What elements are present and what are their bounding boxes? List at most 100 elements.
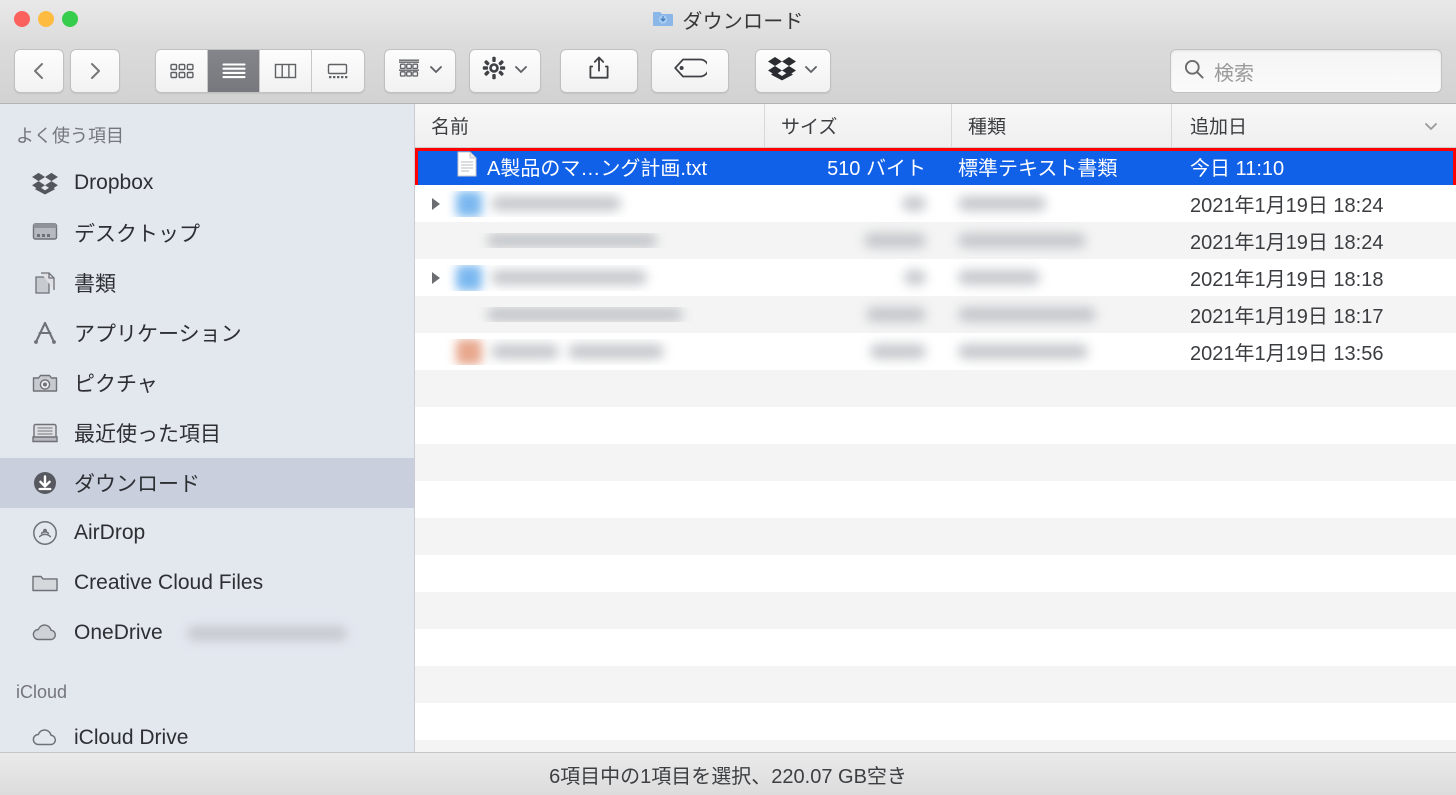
dropbox-button[interactable] (755, 49, 831, 93)
toolbar-center (129, 49, 831, 93)
downloads-folder-icon (652, 10, 674, 28)
table-row[interactable]: 2021年1月19日 18:18 (415, 259, 1456, 296)
empty-row (415, 740, 1456, 752)
table-row[interactable]: A製品のマ…ング計画.txt 510 バイト 標準テキスト書類 今日 11:10 (415, 148, 1456, 185)
sidebar-section-header-favorites: よく使う項目 (0, 114, 414, 158)
blurred-kind (958, 233, 1086, 248)
sidebar-item-label: Dropbox (74, 171, 153, 195)
blurred-file-name (487, 307, 683, 322)
table-row[interactable]: 2021年1月19日 18:24 (415, 185, 1456, 222)
text-document-icon (456, 151, 478, 183)
disclosure-triangle-icon[interactable] (425, 196, 447, 212)
search-field[interactable]: 検索 (1170, 49, 1442, 93)
blurred-kind (958, 307, 1096, 322)
sidebar-item-onedrive[interactable]: OneDrive (0, 608, 414, 658)
chevron-down-icon (428, 62, 444, 80)
blurred-file-name (491, 270, 647, 285)
action-menu-button[interactable] (469, 49, 541, 93)
blurred-file-name (491, 196, 621, 211)
page-title: ダウンロード (682, 5, 803, 34)
sidebar-item-desktop[interactable]: デスクトップ (0, 208, 414, 258)
back-button[interactable] (14, 49, 64, 93)
cell-size (765, 270, 952, 285)
column-header-size[interactable]: サイズ (765, 104, 952, 147)
chevron-down-icon[interactable] (1422, 104, 1440, 147)
file-name: A製品のマ…ング計画.txt (487, 152, 707, 181)
share-button[interactable] (560, 49, 638, 93)
cell-date-added: 2021年1月19日 18:24 (1172, 226, 1456, 255)
gear-icon (481, 55, 507, 86)
empty-row (415, 370, 1456, 407)
view-mode-segmented-control (155, 49, 365, 93)
title-bar: ダウンロード (0, 0, 1456, 38)
list-view-button[interactable] (208, 50, 260, 92)
airdrop-icon (30, 519, 60, 547)
table-row[interactable]: 2021年1月19日 18:24 (415, 222, 1456, 259)
sidebar-item-label: iCloud Drive (74, 726, 188, 750)
sidebar-item-dropbox[interactable]: Dropbox (0, 158, 414, 208)
finder-window: ダウンロード (0, 0, 1456, 795)
empty-row (415, 407, 1456, 444)
sidebar-item-creative-cloud-files[interactable]: Creative Cloud Files (0, 558, 414, 608)
tag-button[interactable] (651, 49, 729, 93)
blurred-file-icon (456, 339, 482, 365)
sidebar-item-pictures[interactable]: ピクチャ (0, 358, 414, 408)
desktop-icon (30, 219, 60, 247)
cell-name (415, 307, 765, 322)
column-header-kind[interactable]: 種類 (952, 104, 1172, 147)
cell-date-added: 2021年1月19日 18:17 (1172, 300, 1456, 329)
sidebar-item-recents[interactable]: 最近使った項目 (0, 408, 414, 458)
cell-kind (952, 233, 1172, 248)
column-header-date-added[interactable]: 追加日 (1172, 104, 1456, 147)
forward-button[interactable] (70, 49, 120, 93)
sidebar-item-applications[interactable]: アプリケーション (0, 308, 414, 358)
cell-name (415, 265, 765, 291)
status-bar: 6項目中の1項目を選択、220.07 GB空き (0, 752, 1456, 795)
file-rows: A製品のマ…ング計画.txt 510 バイト 標準テキスト書類 今日 11:10 (415, 148, 1456, 752)
sidebar-item-label: OneDrive (74, 621, 163, 645)
sidebar-item-label: AirDrop (74, 521, 145, 545)
sidebar-item-downloads[interactable]: ダウンロード (0, 458, 414, 508)
status-text: 6項目中の1項目を選択、220.07 GB空き (549, 760, 907, 789)
search-input-placeholder: 検索 (1214, 57, 1254, 86)
cell-kind (952, 270, 1172, 285)
cell-date-added: 今日 11:10 (1172, 152, 1456, 181)
arrange-grid-icon (396, 58, 422, 83)
sidebar-item-label: ダウンロード (74, 468, 200, 498)
cell-kind: 標準テキスト書類 (952, 152, 1172, 181)
empty-row (415, 518, 1456, 555)
recents-icon (30, 419, 60, 447)
file-list: 名前 サイズ 種類 追加日 (415, 104, 1456, 752)
toolbar: 検索 (0, 38, 1456, 104)
blurred-file-name (487, 233, 657, 248)
icloud-drive-icon (30, 724, 60, 752)
column-header-name[interactable]: 名前 (415, 104, 765, 147)
disclosure-triangle-icon[interactable] (425, 270, 447, 286)
blurred-kind (958, 196, 1046, 211)
gallery-view-button[interactable] (312, 50, 364, 92)
sidebar-item-documents[interactable]: 書類 (0, 258, 414, 308)
icon-view-button[interactable] (156, 50, 208, 92)
cell-name (415, 233, 765, 248)
cell-size (765, 233, 952, 248)
sidebar-item-airdrop[interactable]: AirDrop (0, 508, 414, 558)
sidebar-item-icloud-drive[interactable]: iCloud Drive (0, 713, 414, 752)
chevron-down-icon (803, 62, 819, 80)
table-row[interactable]: 2021年1月19日 18:17 (415, 296, 1456, 333)
cell-name: A製品のマ…ング計画.txt (415, 151, 765, 183)
empty-row (415, 555, 1456, 592)
cell-kind (952, 344, 1172, 359)
pictures-camera-icon (30, 369, 60, 397)
table-row[interactable]: 2021年1月19日 13:56 (415, 333, 1456, 370)
sidebar-item-label: デスクトップ (74, 218, 200, 248)
chevron-down-icon (513, 62, 529, 80)
column-headers: 名前 サイズ 種類 追加日 (415, 104, 1456, 148)
arrange-button[interactable] (384, 49, 456, 93)
blurred-size (864, 233, 926, 248)
navigation-buttons (14, 49, 120, 93)
blurred-size (902, 196, 926, 211)
blurred-file-icon (456, 191, 482, 217)
column-view-button[interactable] (260, 50, 312, 92)
sidebar-item-label: アプリケーション (74, 318, 242, 348)
blurred-size (904, 270, 926, 285)
